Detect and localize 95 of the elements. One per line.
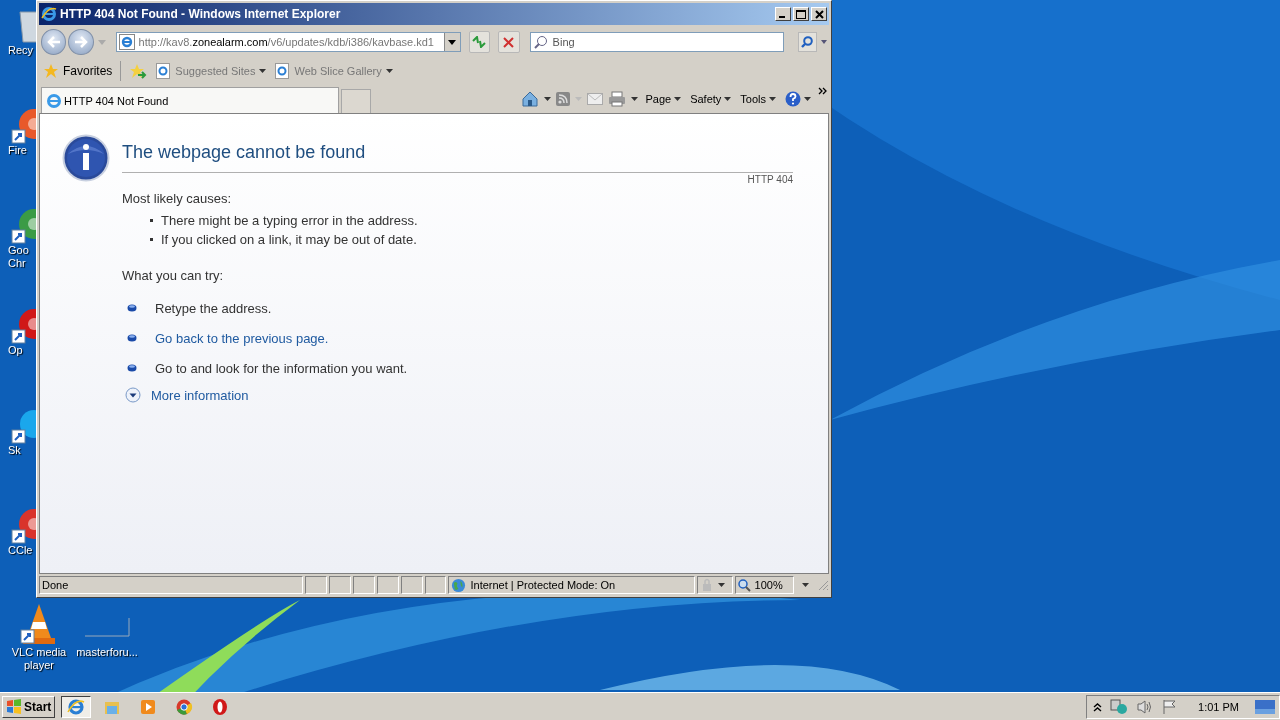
printer-icon[interactable] [608, 91, 627, 107]
dropdown-arrow-icon[interactable] [802, 583, 810, 587]
close-icon [503, 36, 515, 48]
close-button[interactable] [811, 7, 827, 21]
page-icon [155, 63, 172, 79]
security-zone: Internet | Protected Mode: On [448, 576, 695, 594]
play-icon [139, 697, 158, 716]
icon-label[interactable]: Recy [8, 44, 34, 57]
error-code: HTTP 404 [747, 174, 793, 185]
search-field[interactable]: Bing [529, 32, 784, 52]
icon-label[interactable]: CCle [8, 544, 33, 557]
show-desktop-icon[interactable] [1255, 699, 1275, 714]
address-field[interactable]: http://kav8.zonealarm.com/v6/updates/kdb/i386/kavbase.kd1 [115, 32, 461, 52]
browser-tab[interactable]: HTTP 404 Not Found [41, 87, 339, 113]
icon-label[interactable]: Sk [8, 444, 21, 457]
browser-logo-icon [46, 92, 62, 109]
back-link[interactable]: Go back to the previous page. [155, 330, 329, 346]
expand-icon[interactable] [125, 387, 141, 403]
bullet-icon [150, 219, 153, 222]
status-panel [424, 576, 447, 594]
more-information-link[interactable]: More information [151, 387, 249, 403]
maximize-icon [796, 9, 806, 19]
app-icon [211, 697, 230, 716]
dropdown-arrow-icon [259, 69, 267, 73]
status-panel [400, 576, 423, 594]
dropdown-arrow-icon [674, 97, 682, 101]
globe-icon [451, 577, 467, 593]
window-title: HTTP 404 Not Found - Windows Internet Explorer [60, 7, 341, 21]
search-icon [801, 36, 814, 48]
icon-label[interactable]: VLC media player [11, 646, 67, 672]
menu-button[interactable]: Page [643, 93, 684, 105]
cause-text: If you clicked on a link, it may be out of date. [161, 232, 417, 247]
page-icon [274, 63, 291, 79]
help-icon [785, 91, 801, 107]
taskbar-app-button[interactable] [61, 695, 92, 718]
dropdown-arrow-icon[interactable] [821, 40, 827, 44]
refresh-button[interactable] [468, 31, 491, 53]
dropdown-arrow-icon [724, 97, 732, 101]
bullet-icon [127, 364, 137, 372]
cause-text: There might be a typing error in the address. [161, 213, 418, 228]
forward-arrow-icon [74, 36, 89, 48]
status-panel [305, 576, 328, 594]
icon-label[interactable]: Op [8, 344, 23, 357]
menu-button[interactable]: Tools [738, 93, 778, 105]
resize-grip-icon[interactable] [817, 579, 830, 591]
icon-label[interactable]: Goo Chr [8, 244, 29, 270]
bullet-icon [127, 304, 137, 312]
start-button[interactable]: Start [2, 695, 56, 718]
chevron-icon[interactable] [818, 87, 827, 95]
windows-logo-icon [6, 699, 22, 714]
help-button[interactable] [783, 91, 813, 107]
status-panel [329, 576, 351, 594]
browser-logo-icon [41, 6, 57, 22]
app-icon [175, 697, 194, 716]
section-heading: Most likely causes: [122, 191, 233, 206]
search-icon [533, 35, 548, 49]
dropdown-arrow-icon [804, 97, 811, 101]
icon-label[interactable]: Fire [8, 144, 27, 157]
page-heading: The webpage cannot be found [122, 142, 367, 163]
status-panel [376, 576, 399, 594]
status-panel [352, 576, 375, 594]
dropdown-arrow-icon [769, 97, 776, 101]
close-icon [814, 9, 824, 19]
page-icon [118, 34, 135, 50]
maximize-button[interactable] [793, 7, 809, 21]
status-text: Done [39, 576, 304, 594]
zoom-level[interactable]: 100% [734, 576, 795, 594]
add-favorite-icon[interactable] [129, 63, 148, 79]
dropdown-arrow-icon [385, 69, 393, 73]
icon-label[interactable]: masterforu... [76, 646, 138, 659]
bullet-icon [127, 334, 137, 342]
clock[interactable]: 1:01 PM [1198, 700, 1239, 713]
browser-logo-icon [67, 697, 86, 716]
star-icon [43, 63, 59, 79]
suggestion-text: Retype the address. [155, 300, 272, 316]
zoom-icon [737, 578, 751, 592]
dropdown-arrow-icon[interactable] [544, 97, 552, 101]
dropdown-arrow-icon [448, 39, 457, 45]
bullet-icon [150, 238, 153, 241]
back-arrow-icon [46, 36, 61, 48]
forward-button[interactable] [68, 29, 94, 55]
stop-button[interactable] [498, 31, 520, 53]
refresh-arrows-icon [472, 36, 487, 48]
chevron-up-icon[interactable] [1093, 701, 1103, 712]
search-button[interactable] [797, 32, 818, 52]
favorites-button[interactable]: Favorites [43, 63, 113, 79]
section-heading: What you can try: [122, 268, 225, 283]
back-button[interactable] [41, 29, 67, 55]
minimize-button[interactable] [775, 7, 791, 21]
suggestion-text: Go to and look for the information you want. [155, 360, 408, 376]
menu-button[interactable]: Safety [688, 93, 734, 105]
home-icon[interactable] [521, 91, 540, 107]
dropdown-arrow-icon[interactable] [631, 97, 639, 101]
info-icon [62, 134, 110, 182]
dropdown-arrow-icon[interactable] [717, 583, 725, 587]
